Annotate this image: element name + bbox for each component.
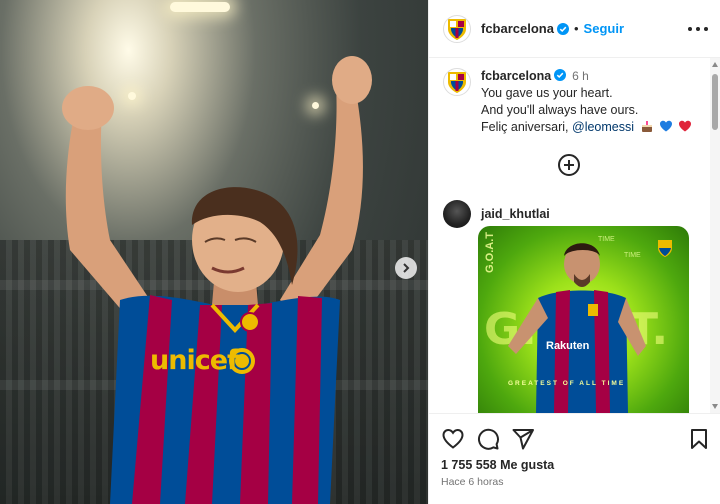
bookmark-icon[interactable] <box>687 427 711 451</box>
mention-link[interactable]: @leomessi <box>572 120 634 134</box>
caption-time: 6 h <box>572 69 589 83</box>
comment-icon[interactable] <box>476 427 500 451</box>
load-more-comments-icon[interactable] <box>557 153 581 177</box>
likes-count[interactable]: 1 755 558 Me gusta <box>441 458 554 472</box>
post-caption: fcbarcelona 6 h You gave us your heart. A… <box>443 68 703 136</box>
scrollbar[interactable] <box>710 58 720 413</box>
avatar[interactable] <box>443 14 471 43</box>
post-side-panel: fcbarcelona • Seguir fcbarcelona 6 h You… <box>428 0 720 504</box>
post-timestamp: Hace 6 horas <box>441 476 504 488</box>
follow-button[interactable]: Seguir <box>584 21 624 36</box>
comment-username[interactable]: jaid_khutlai <box>481 207 550 221</box>
avatar[interactable] <box>443 200 471 228</box>
fcb-crest-icon <box>448 72 466 93</box>
goat-vertical-text: G.O.A.T <box>484 232 496 273</box>
time-label: TIME <box>624 252 641 259</box>
cake-icon <box>641 121 652 132</box>
time-label: TIME <box>598 236 615 243</box>
more-options-icon[interactable] <box>688 22 708 36</box>
caption-line: Feliç aniversari, <box>481 120 569 134</box>
avatar[interactable] <box>443 68 471 96</box>
verified-badge-icon <box>554 69 567 81</box>
shirt-sponsor-text: unicef <box>150 345 239 376</box>
post-actions: 1 755 558 Me gusta Hace 6 horas <box>429 413 720 504</box>
verified-badge-icon <box>556 22 569 35</box>
post-photo[interactable]: unicef <box>0 0 428 504</box>
chevron-right-icon <box>403 263 410 273</box>
share-icon[interactable] <box>511 427 535 451</box>
comment-item: jaid_khutlai <box>443 200 550 228</box>
separator-dot: • <box>573 21 579 36</box>
player-figure <box>62 56 372 504</box>
fcb-crest-icon <box>448 18 466 40</box>
comment-image[interactable]: G. T. G.O.A.T TIME TIME Rakuten GREATEST… <box>478 226 689 413</box>
caption-line: You gave us your heart. <box>481 86 613 100</box>
goat-tagline: GREATEST OF ALL TIME <box>508 380 626 387</box>
caption-line: And you'll always have ours. <box>481 103 639 117</box>
next-photo-button[interactable] <box>395 257 417 279</box>
blue-heart-icon <box>660 120 672 132</box>
comments-section[interactable]: fcbarcelona 6 h You gave us your heart. A… <box>429 58 720 413</box>
caption-username[interactable]: fcbarcelona <box>481 69 551 83</box>
account-username[interactable]: fcbarcelona <box>481 21 554 36</box>
red-heart-icon <box>679 120 692 132</box>
shirt-sponsor-text: Rakuten <box>546 340 590 352</box>
post-header: fcbarcelona • Seguir <box>429 0 720 58</box>
heart-icon[interactable] <box>441 427 465 451</box>
